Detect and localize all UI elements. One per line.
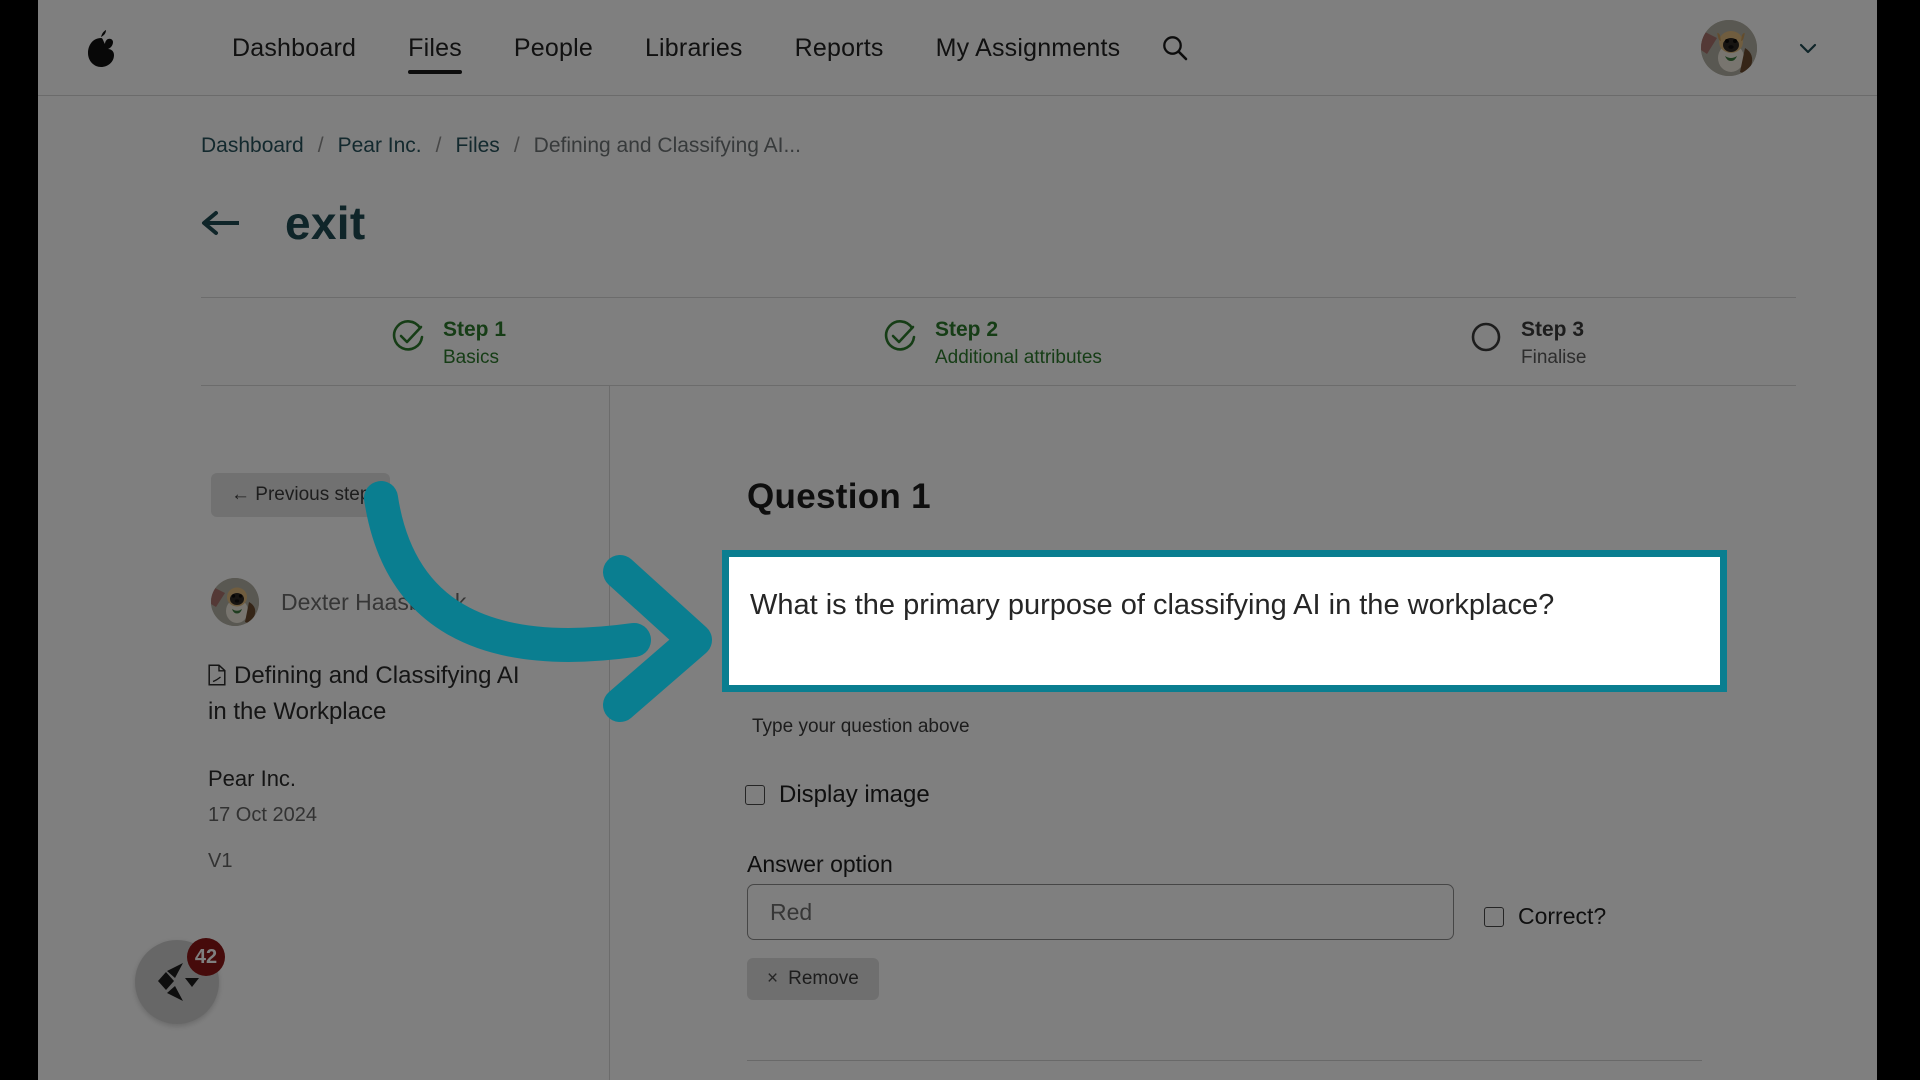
- account-menu: [1701, 20, 1819, 76]
- page-title: exit: [285, 197, 366, 249]
- application-window: Dashboard Files People Libraries Reports…: [38, 0, 1877, 1080]
- avatar[interactable]: [1701, 20, 1757, 76]
- file-organisation: Pear Inc.: [208, 766, 297, 791]
- file-date: 17 Oct 2024: [208, 804, 317, 826]
- section-divider: [747, 1060, 1702, 1061]
- nav-item-dashboard[interactable]: Dashboard: [206, 0, 382, 96]
- step-subtitle: Basics: [443, 347, 499, 368]
- display-image-label: Display image: [779, 781, 930, 808]
- file-version: V1: [208, 850, 233, 872]
- step-subtitle: Additional attributes: [935, 347, 1102, 368]
- remove-answer-option-button[interactable]: × Remove: [747, 958, 879, 1000]
- exit-button[interactable]: exit: [201, 196, 365, 250]
- arrow-left-icon: [201, 208, 243, 238]
- checkbox-icon: [745, 785, 765, 805]
- question-heading: Question 1: [747, 477, 931, 516]
- main-nav: Dashboard Files People Libraries Reports…: [206, 0, 1146, 96]
- breadcrumb-current: Defining and Classifying AI...: [533, 134, 801, 157]
- display-image-checkbox[interactable]: Display image: [745, 781, 930, 809]
- nav-label: People: [513, 33, 593, 62]
- question-text-value: What is the primary purpose of classifyi…: [750, 589, 1555, 621]
- step-title: Step 1: [443, 318, 507, 341]
- search-icon[interactable]: [1160, 33, 1190, 63]
- step-title: Step 3: [1521, 318, 1585, 341]
- nav-label: Dashboard: [232, 33, 357, 62]
- remove-label: Remove: [788, 968, 859, 989]
- stepper-step-2[interactable]: Step 2 Additional attributes: [883, 317, 1102, 371]
- question-helper-text: Type your question above: [752, 716, 970, 737]
- stepper-step-1[interactable]: Step 1 Basics: [391, 317, 506, 371]
- breadcrumb-item-files[interactable]: Files: [455, 134, 499, 158]
- column-divider: [609, 386, 610, 1080]
- breadcrumb-separator: /: [513, 134, 520, 157]
- screen-root: Dashboard Files People Libraries Reports…: [0, 0, 1920, 1080]
- owner-name: Dexter Haasbroek: [281, 588, 467, 615]
- nav-item-files[interactable]: Files: [382, 0, 488, 96]
- nav-item-libraries[interactable]: Libraries: [619, 0, 769, 96]
- breadcrumb: Dashboard / Pear Inc. / Files / Defining…: [201, 134, 801, 158]
- correct-checkbox[interactable]: Correct?: [1484, 903, 1606, 930]
- close-x-icon: ×: [767, 968, 779, 989]
- nav-item-reports[interactable]: Reports: [769, 0, 910, 96]
- chevron-down-icon[interactable]: [1797, 37, 1819, 59]
- stepper-step-3[interactable]: Step 3 Finalise: [1469, 317, 1586, 371]
- widget-notification-badge: 42: [187, 938, 225, 976]
- file-title-text: Defining and Classifying AI in the Workp…: [208, 662, 520, 725]
- nav-label: Libraries: [644, 33, 743, 62]
- breadcrumb-item-dashboard[interactable]: Dashboard: [201, 134, 304, 158]
- help-widget-button[interactable]: 42: [135, 938, 225, 1024]
- top-navigation-bar: Dashboard Files People Libraries Reports…: [38, 0, 1877, 96]
- divider-bottom: [201, 385, 1796, 386]
- file-owner: Dexter Haasbroek: [211, 578, 466, 626]
- divider-top: [201, 297, 1796, 298]
- question-text-input[interactable]: What is the primary purpose of classifyi…: [722, 550, 1727, 692]
- document-file-icon: [208, 661, 226, 686]
- stepper: Step 1 Basics Step 2 Additional attribut…: [201, 309, 1796, 381]
- check-circle-icon: [883, 320, 917, 354]
- nav-label: Files: [408, 33, 462, 62]
- pear-logo-icon[interactable]: [80, 24, 128, 72]
- nav-label: Reports: [794, 33, 884, 62]
- breadcrumb-item-pear-inc[interactable]: Pear Inc.: [338, 134, 422, 158]
- breadcrumb-separator: /: [317, 134, 324, 157]
- file-title[interactable]: Defining and Classifying AI in the Workp…: [208, 658, 538, 730]
- answer-option-label: Answer option: [747, 851, 893, 877]
- owner-avatar: [211, 578, 259, 626]
- nav-label: My Assignments: [935, 33, 1121, 62]
- check-circle-icon: [391, 320, 425, 354]
- previous-step-button[interactable]: ← Previous step: [211, 473, 391, 517]
- answer-option-input[interactable]: [747, 884, 1454, 940]
- step-subtitle: Finalise: [1521, 347, 1587, 368]
- nav-item-people[interactable]: People: [488, 0, 619, 96]
- nav-item-my-assignments[interactable]: My Assignments: [910, 0, 1147, 96]
- correct-label: Correct?: [1518, 903, 1607, 929]
- checkbox-icon: [1484, 906, 1504, 927]
- empty-circle-icon: [1469, 320, 1503, 354]
- breadcrumb-separator: /: [435, 134, 442, 157]
- step-title: Step 2: [935, 318, 999, 341]
